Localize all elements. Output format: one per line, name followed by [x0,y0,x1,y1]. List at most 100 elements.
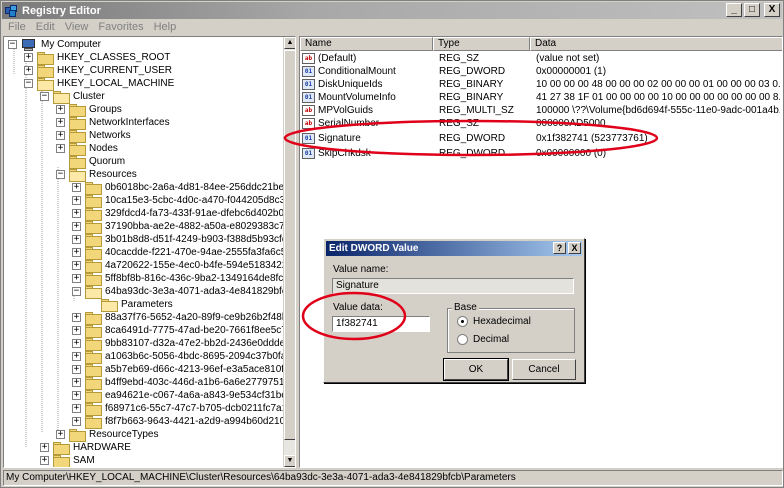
collapse-icon[interactable]: − [40,92,49,101]
radio-unchecked-icon[interactable] [457,334,468,345]
column-header-type[interactable]: Type [433,37,530,51]
minimize-button[interactable]: _ [726,3,742,17]
tree-item-resource[interactable]: +37190bba-ae2e-4882-a50a-e8029383c7ed [72,220,295,234]
scroll-down-icon[interactable]: ▼ [284,455,295,467]
expand-icon[interactable]: + [72,222,81,231]
tree-item-resource[interactable]: + f68971c6-55c7-47c7-b705-dcb0211fc7a1 [72,402,288,416]
expand-icon[interactable]: + [72,235,81,244]
collapse-icon[interactable]: − [24,79,33,88]
menu-help[interactable]: Help [149,20,182,36]
tree-item-resource-selected[interactable]: − 64ba93dc-3e3a-4071-ada3-4e841829bfcb [72,285,293,299]
collapse-icon[interactable]: − [72,287,81,296]
expand-icon[interactable]: + [56,430,65,439]
expand-icon[interactable]: + [24,66,33,75]
tree-item-resource[interactable]: +8ca6491d-7775-47ad-be20-7661f8ee5c7d [72,324,293,338]
collapse-icon[interactable]: − [8,40,17,49]
tree-item-my-computer[interactable]: − My Computer [8,38,102,51]
expand-icon[interactable]: + [56,105,65,114]
tree-item-networkinterfaces[interactable]: + NetworkInterfaces [56,116,171,130]
tree-pane[interactable]: − My Computer + HKEY_CLASSES_ROOT + HKEY… [3,36,296,468]
expand-icon[interactable]: + [72,313,81,322]
expand-icon[interactable]: + [24,53,33,62]
close-button[interactable]: X [764,3,780,17]
expand-icon[interactable]: + [72,326,81,335]
value-row[interactable]: 01 MountVolumeInfo REG_BINARY 41 27 38 1F… [300,91,782,104]
tree-item-hklm[interactable]: − HKEY_LOCAL_MACHINE [24,77,175,91]
title-bar[interactable]: Registry Editor _ □ X [2,2,782,19]
tree-item-nodes[interactable]: + Nodes [56,142,119,156]
maximize-button[interactable]: □ [744,3,760,17]
tree-item-resource[interactable]: +10ca15e3-5cbc-4d0c-a470-f044205d8c3f [72,194,289,208]
tree-item-resource[interactable]: +0b6018bc-2a6a-4d81-84ee-256ddc21be62 [72,181,295,195]
menu-edit[interactable]: Edit [31,20,60,36]
value-row[interactable]: 01 SkipChkdsk REG_DWORD 0x00000000 (0) [300,147,782,160]
menu-favorites[interactable]: Favorites [93,20,148,36]
expand-icon[interactable]: + [72,248,81,257]
scroll-up-icon[interactable]: ▲ [284,37,295,49]
tree-item-resource[interactable]: +40cacdde-f221-470e-94ae-2555fa3fa6c5 [72,246,287,260]
expand-icon[interactable]: + [72,378,81,387]
tree-item-parameters[interactable]: Parameters [88,298,174,312]
value-row-signature[interactable]: 01 Signature REG_DWORD 0x1f382741 (523773… [300,132,782,145]
column-header-data[interactable]: Data [530,37,782,51]
tree-item-cluster[interactable]: − Cluster [40,90,106,104]
tree-item-resource[interactable]: +5ff8bf8b-816c-436c-9ba2-1349164de8fc [72,272,284,286]
expand-icon[interactable]: + [56,131,65,140]
expand-icon[interactable]: + [72,352,81,361]
expand-icon[interactable]: + [72,391,81,400]
ok-button[interactable]: OK [444,359,508,380]
expand-icon[interactable]: + [72,274,81,283]
expand-icon[interactable]: + [72,261,81,270]
dialog-close-button[interactable]: X [568,242,581,254]
expand-icon[interactable]: + [72,404,81,413]
tree-item-resource[interactable]: + ea94621e-c067-4a6a-a843-9e534cf31bed [72,389,293,403]
value-row[interactable]: ab MPVolGuids REG_MULTI_SZ 100000 \??\Vol… [300,104,782,117]
tree-scrollbar[interactable]: ▲ ▼ [283,37,295,467]
tree-item-sam[interactable]: + SAM [40,454,96,467]
scroll-thumb[interactable] [284,50,295,440]
expand-icon[interactable]: + [56,118,65,127]
hexadecimal-option[interactable]: Hexadecimal [457,316,531,327]
tree-item-networks[interactable]: + Networks [56,129,132,143]
decimal-option[interactable]: Decimal [457,334,509,345]
expand-icon[interactable]: + [72,196,81,205]
expand-icon[interactable]: + [72,183,81,192]
value-data-field[interactable]: 1f382741 [332,316,430,332]
cancel-button[interactable]: Cancel [512,359,576,380]
tree-item-resource[interactable]: + a5b7eb69-d66c-4213-96ef-e3a5ace810f6 [72,363,291,377]
column-header-name[interactable]: Name [300,37,433,51]
expand-icon[interactable]: + [72,417,81,426]
value-data: 0x00000001 (1) [536,66,607,77]
expand-icon[interactable]: + [40,456,49,465]
dialog-title-bar[interactable]: Edit DWORD Value ? X [326,241,582,256]
tree-item-resource[interactable]: + a1063b6c-5056-4bdc-8695-2094c37b0fa8 [72,350,293,364]
tree-item-resources[interactable]: − Resources [56,168,138,182]
collapse-icon[interactable]: − [56,170,65,179]
tree-item-hkcu[interactable]: + HKEY_CURRENT_USER [24,64,173,78]
value-row[interactable]: 01 ConditionalMount REG_DWORD 0x00000001 … [300,65,782,78]
tree-item-resource[interactable]: + f8f7b663-9643-4421-a2d9-a994b60d2106 [72,415,292,429]
radio-checked-icon[interactable] [457,316,468,327]
value-row[interactable]: ab SerialNumber REG_SZ 000000AD5000 [300,117,782,130]
expand-icon[interactable]: + [72,209,81,218]
tree-item-resourcetypes[interactable]: + ResourceTypes [56,428,159,442]
value-row[interactable]: 01 DiskUniqueIds REG_BINARY 10 00 00 00 4… [300,78,782,91]
tree-item-quorum[interactable]: Quorum [56,155,126,169]
tree-item-resource[interactable]: +88a37f76-5652-4a20-89f9-ce9b26b2f48b [72,311,288,325]
help-button[interactable]: ? [553,242,566,254]
tree-item-resource[interactable]: +9bb83107-d32a-47e2-bb2d-2436e0ddde2a [72,337,295,351]
tree-item-hkcr[interactable]: + HKEY_CLASSES_ROOT [24,51,171,65]
expand-icon[interactable]: + [72,365,81,374]
menu-view[interactable]: View [60,20,94,36]
tree-item-hardware[interactable]: + HARDWARE [40,441,132,455]
tree-item-resource[interactable]: +4a720622-155e-4ec0-b4fe-594e51834227 [72,259,294,273]
tree-item-resource[interactable]: +329fdcd4-fa73-433f-91ae-dfebc6d402b0 [72,207,285,221]
expand-icon[interactable]: + [72,339,81,348]
tree-item-resource[interactable]: + b4ff9ebd-403c-446d-a1b6-6a6e27797517 [72,376,291,390]
tree-item-groups[interactable]: + Groups [56,103,123,117]
tree-item-resource[interactable]: +3b01b8d8-d51f-4249-b903-f388d5b93cfd [72,233,288,247]
menu-file[interactable]: File [3,20,31,36]
value-row[interactable]: ab (Default) REG_SZ (value not set) [300,52,782,65]
expand-icon[interactable]: + [40,443,49,452]
expand-icon[interactable]: + [56,144,65,153]
